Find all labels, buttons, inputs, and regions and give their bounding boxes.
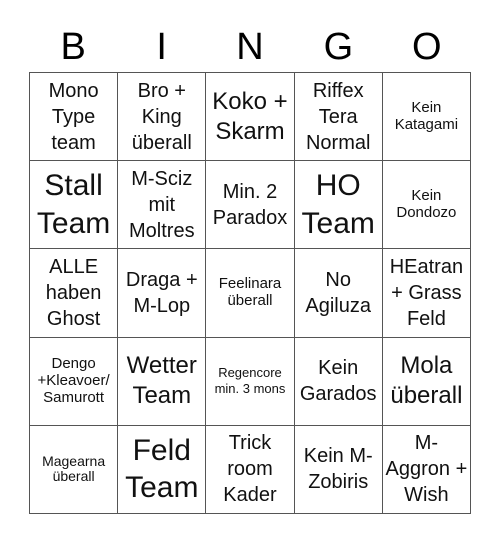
bingo-cell[interactable]: HO Team — [294, 161, 383, 250]
header-letter-g: G — [323, 26, 354, 68]
bingo-cell[interactable]: Kein M-Zobiris — [294, 425, 383, 514]
bingo-cell[interactable]: Magearna überall — [30, 425, 119, 514]
bingo-grid: Mono Type team Bro + King überall Koko +… — [29, 72, 471, 514]
bingo-cell[interactable]: Regencore min. 3 mons — [206, 337, 295, 426]
bingo-cell[interactable]: No Agiluza — [294, 249, 383, 338]
bingo-cell[interactable]: Bro + King überall — [118, 73, 207, 162]
bingo-header: B I N G O — [29, 22, 471, 72]
bingo-cell[interactable]: Stall Team — [30, 161, 119, 250]
bingo-cell[interactable]: M-Aggron + Wish — [382, 425, 471, 514]
header-letter-b: B — [60, 26, 86, 68]
bingo-cell[interactable]: Kein Katagami — [382, 73, 471, 162]
bingo-cell[interactable]: Kein Garados — [294, 337, 383, 426]
bingo-cell[interactable]: Koko + Skarm — [206, 73, 295, 162]
bingo-cell[interactable]: Wetter Team — [118, 337, 207, 426]
bingo-cell[interactable]: Dengo +Kleavoer/ Samurott — [30, 337, 119, 426]
bingo-cell[interactable]: Mola überall — [382, 337, 471, 426]
bingo-cell[interactable]: Kein Dondozo — [382, 161, 471, 250]
bingo-cell[interactable]: Mono Type team — [30, 73, 119, 162]
bingo-cell[interactable]: Feld Team — [118, 425, 207, 514]
header-letter-o: O — [412, 26, 442, 68]
header-letter-n: N — [236, 26, 264, 68]
bingo-cell[interactable]: ALLE haben Ghost — [30, 249, 119, 338]
bingo-cell[interactable]: Riffex Tera Normal — [294, 73, 383, 162]
bingo-cell[interactable]: M-Sciz mit Moltres — [118, 161, 207, 250]
bingo-cell[interactable]: HEatran + Grass Feld — [382, 249, 471, 338]
bingo-cell[interactable]: Draga + M-Lop — [118, 249, 207, 338]
header-letter-i: I — [156, 26, 167, 68]
bingo-cell[interactable]: Min. 2 Paradox — [206, 161, 295, 250]
bingo-cell[interactable]: Feelinara überall — [206, 249, 295, 338]
bingo-cell[interactable]: Trick room Kader — [206, 425, 295, 514]
